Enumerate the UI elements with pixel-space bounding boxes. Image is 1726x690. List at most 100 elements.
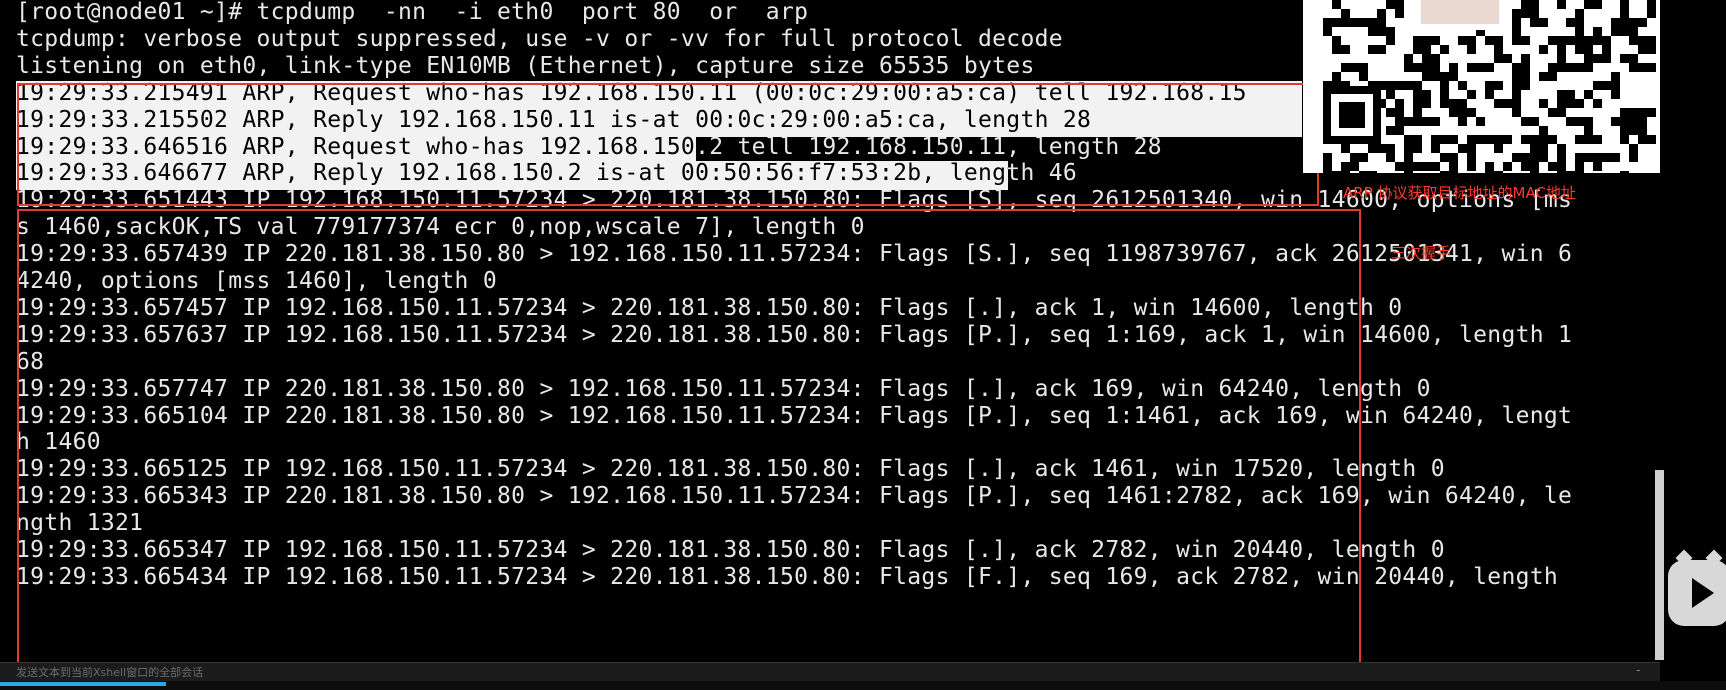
qr-module [1404, 81, 1413, 90]
qr-module [1557, 171, 1566, 173]
qr-module [1593, 81, 1602, 90]
qr-module [1440, 72, 1449, 81]
qr-module [1512, 81, 1521, 90]
qr-module [1413, 36, 1422, 45]
qr-module [1449, 135, 1458, 144]
qr-module [1449, 162, 1458, 171]
qr-module [1530, 144, 1539, 153]
qr-module [1629, 153, 1638, 162]
qr-module [1620, 54, 1629, 63]
qr-module [1530, 9, 1539, 18]
qr-module [1485, 81, 1494, 90]
qr-module [1521, 54, 1530, 63]
qr-module [1584, 0, 1593, 9]
qr-module [1548, 36, 1557, 45]
status-bar-text[interactable]: 发送文本到当前Xshell窗口的全部会话 [16, 664, 203, 680]
qr-module [1512, 63, 1521, 72]
qr-module [1602, 45, 1611, 54]
qr-module [1647, 36, 1656, 45]
qr-module [1395, 0, 1404, 9]
qr-module [1647, 63, 1656, 72]
qr-module [1557, 153, 1566, 162]
qr-module [1620, 0, 1629, 9]
qr-module [1602, 54, 1611, 63]
qr-module [1647, 9, 1656, 18]
qr-module [1620, 27, 1629, 36]
qr-module [1467, 36, 1476, 45]
qr-module [1566, 90, 1575, 99]
qr-module [1494, 36, 1503, 45]
qr-module [1413, 99, 1422, 108]
qr-module [1620, 117, 1629, 126]
qr-module [1395, 81, 1404, 90]
qr-module [1413, 108, 1422, 117]
qr-module [1332, 18, 1341, 27]
qr-module [1458, 117, 1467, 126]
qr-module [1368, 27, 1377, 36]
qr-module [1539, 144, 1548, 153]
qr-module [1548, 63, 1557, 72]
status-bar: 发送文本到当前Xshell窗口的全部会话 - [0, 662, 1660, 682]
qr-module [1512, 108, 1521, 117]
handshake-highlight-box [17, 209, 1361, 681]
qr-module [1350, 63, 1359, 72]
qr-module [1557, 36, 1566, 45]
qr-module [1395, 117, 1404, 126]
qr-module [1323, 153, 1332, 162]
qr-module [1467, 153, 1476, 162]
qr-module [1476, 135, 1485, 144]
qr-module [1512, 18, 1521, 27]
qr-module [1530, 171, 1539, 173]
status-bar-dash: - [1634, 663, 1642, 677]
qr-module [1422, 162, 1431, 171]
qr-module [1467, 45, 1476, 54]
qr-module [1593, 99, 1602, 108]
terminal-line: listening on eth0, link-type EN10MB (Eth… [16, 52, 1035, 79]
qr-module [1467, 108, 1476, 117]
qr-module [1422, 72, 1431, 81]
qr-module [1548, 108, 1557, 117]
qr-module [1404, 117, 1413, 126]
qr-module [1341, 45, 1350, 54]
qr-module [1602, 81, 1611, 90]
qr-module [1638, 108, 1647, 117]
qr-module [1458, 36, 1467, 45]
qr-module [1440, 45, 1449, 54]
qr-module [1431, 117, 1440, 126]
qr-module [1386, 153, 1395, 162]
qr-code-icon [1303, 0, 1667, 173]
qr-module [1404, 153, 1413, 162]
qr-module [1413, 144, 1422, 153]
qr-module [1548, 135, 1557, 144]
qr-module [1512, 72, 1521, 81]
qr-module [1629, 36, 1638, 45]
qr-module [1512, 27, 1521, 36]
qr-module [1323, 171, 1332, 173]
terminal-scrollbar[interactable] [1655, 470, 1664, 660]
qr-module [1557, 162, 1566, 171]
qr-module [1557, 54, 1566, 63]
qr-module [1485, 36, 1494, 45]
qr-module [1521, 162, 1530, 171]
qr-module [1404, 54, 1413, 63]
qr-module [1404, 162, 1413, 171]
bilibili-play-icon[interactable] [1668, 549, 1726, 626]
qr-module [1494, 144, 1503, 153]
qr-module [1332, 171, 1341, 173]
qr-module [1350, 162, 1359, 171]
qr-module [1503, 99, 1512, 108]
qr-module [1602, 153, 1611, 162]
qr-module [1494, 54, 1503, 63]
qr-module [1386, 108, 1395, 117]
qr-module [1386, 0, 1395, 9]
qr-module [1539, 135, 1548, 144]
qr-module [1593, 54, 1602, 63]
video-progress-bar[interactable] [0, 682, 166, 686]
qr-module [1467, 90, 1476, 99]
qr-module [1629, 126, 1638, 135]
qr-module [1413, 117, 1422, 126]
qr-module [1413, 162, 1422, 171]
qr-module [1638, 117, 1647, 126]
qr-module [1413, 63, 1422, 72]
qr-module [1339, 102, 1365, 128]
